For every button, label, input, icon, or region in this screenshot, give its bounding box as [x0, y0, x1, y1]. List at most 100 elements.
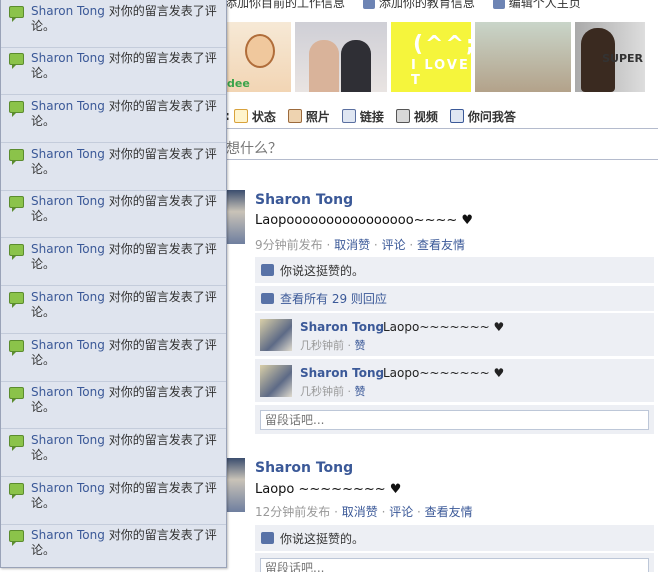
comment-bubble-icon	[9, 435, 24, 451]
cartoon-face-image	[245, 34, 275, 68]
notification-actor: Sharon Tong	[31, 51, 105, 65]
like-comment-link[interactable]: 赞	[355, 385, 366, 398]
post-author[interactable]: Sharon Tong	[255, 460, 353, 476]
comment-item: Sharon Tong Laopo~~~~~~~ ♥ 几秒钟前 · 赞	[255, 312, 654, 356]
post-message: Laopoooooooooooooooo~~~~ ♥	[255, 213, 474, 228]
unlike-link[interactable]: 取消赞	[334, 238, 370, 252]
edit-profile-link[interactable]: 编辑个人主页	[509, 0, 581, 10]
tab-video[interactable]: 视频	[395, 108, 438, 125]
avatar[interactable]	[260, 319, 292, 351]
photo-icon	[287, 109, 302, 123]
thumbs-up-icon	[261, 264, 274, 276]
notifications-dropdown: Sharon Tong 对你的留言发表了评论。 Sharon Tong 对你的留…	[0, 0, 227, 568]
comment-author[interactable]: Sharon Tong	[300, 366, 384, 380]
reply-box	[255, 552, 654, 572]
see-friendship-link[interactable]: 查看友情	[417, 238, 465, 252]
question-icon	[449, 109, 464, 123]
tab-questions[interactable]: 你问我答	[449, 108, 516, 125]
photo-caption: (^^;	[413, 32, 471, 57]
education-icon	[362, 0, 375, 9]
notification-item[interactable]: Sharon Tong 对你的留言发表了评论。	[1, 190, 226, 238]
photo-thumbnail[interactable]	[295, 22, 387, 92]
reply-box	[255, 404, 654, 434]
notification-actor: Sharon Tong	[31, 528, 105, 542]
photo-caption: I LOVE T	[411, 58, 470, 88]
comment-bubble-icon	[9, 53, 24, 69]
tab-photo[interactable]: 照片	[287, 108, 330, 125]
avatar[interactable]	[225, 458, 245, 512]
comment-author[interactable]: Sharon Tong	[300, 320, 384, 334]
notification-actor: Sharon Tong	[31, 481, 105, 495]
notification-item[interactable]: Sharon Tong 对你的留言发表了评论。	[1, 334, 226, 382]
post-message: Laopo ~~~~~~~~ ♥	[255, 482, 402, 497]
photo-caption: dee	[227, 77, 250, 90]
see-friendship-link[interactable]: 查看友情	[425, 505, 473, 519]
comment-bubble-icon	[9, 292, 24, 308]
avatar[interactable]	[225, 190, 245, 244]
post-time: 9分钟前发布	[255, 238, 323, 252]
notification-actor: Sharon Tong	[31, 433, 105, 447]
post-time: 12分钟前发布	[255, 505, 331, 519]
comment-text: Laopo~~~~~~~ ♥	[383, 366, 505, 380]
like-sentence: 你说这挺赞的。	[255, 525, 654, 551]
link-icon	[341, 109, 356, 123]
comment-bubble-icon	[9, 196, 24, 212]
notification-item[interactable]: Sharon Tong 对你的留言发表了评论。	[1, 286, 226, 334]
like-comment-link[interactable]: 赞	[355, 339, 366, 352]
photo-thumbnail[interactable]: dee	[225, 22, 291, 92]
composer-tabs: : 状态 照片 链接 视频 你问我答	[225, 106, 516, 126]
status-icon	[233, 109, 248, 123]
comment-link[interactable]: 评论	[389, 505, 413, 519]
comment-bubble-icon	[9, 340, 24, 356]
notification-actor: Sharon Tong	[31, 99, 105, 113]
comment-text: Laopo~~~~~~~ ♥	[383, 320, 505, 334]
notification-item[interactable]: Sharon Tong 对你的留言发表了评论。	[1, 477, 226, 525]
status-composer-input[interactable]: 想什么？	[225, 128, 658, 160]
avatar[interactable]	[260, 365, 292, 397]
add-work-link[interactable]: 添加你目前的工作信息	[225, 0, 345, 10]
comment-input[interactable]	[260, 558, 649, 572]
notification-actor: Sharon Tong	[31, 242, 105, 256]
comment-meta: 几秒钟前 · 赞	[300, 339, 366, 352]
person-image	[341, 40, 371, 92]
profile-top-links: 添加你目前的工作信息 添加你的教育信息 编辑个人主页	[225, 0, 658, 10]
comment-bubble-icon	[9, 387, 24, 403]
comment-item: Sharon Tong Laopo~~~~~~~ ♥ 几秒钟前 · 赞	[255, 358, 654, 402]
photo-caption: SUPER	[602, 52, 643, 65]
notification-item[interactable]: Sharon Tong 对你的留言发表了评论。	[1, 429, 226, 477]
comment-input[interactable]	[260, 410, 649, 430]
add-education-link[interactable]: 添加你的教育信息	[379, 0, 475, 10]
post-author[interactable]: Sharon Tong	[255, 192, 353, 208]
comment-bubble-icon	[9, 149, 24, 165]
comment-bubble-icon	[9, 244, 24, 260]
comment-bubble-icon	[9, 483, 24, 499]
notification-item[interactable]: Sharon Tong 对你的留言发表了评论。	[1, 95, 226, 143]
notification-item[interactable]: Sharon Tong 对你的留言发表了评论。	[1, 47, 226, 95]
photo-thumbnail[interactable]	[475, 22, 571, 92]
post-meta: 12分钟前发布 · 取消赞 · 评论 · 查看友情	[255, 505, 473, 519]
tab-status[interactable]: 状态	[233, 108, 276, 125]
post-meta: 9分钟前发布 · 取消赞 · 评论 · 查看友情	[255, 238, 466, 252]
view-all-comments[interactable]: 查看所有 29 则回应	[255, 285, 654, 311]
notification-actor: Sharon Tong	[31, 194, 105, 208]
notification-item[interactable]: Sharon Tong 对你的留言发表了评论。	[1, 524, 226, 567]
thumbs-up-icon	[261, 532, 274, 544]
notification-item[interactable]: Sharon Tong 对你的留言发表了评论。	[1, 0, 226, 48]
unlike-link[interactable]: 取消赞	[342, 505, 378, 519]
comment-link[interactable]: 评论	[382, 238, 406, 252]
comment-bubble-icon	[9, 6, 24, 22]
person-image	[309, 40, 339, 92]
video-icon	[395, 109, 410, 123]
comment-bubble-icon	[9, 530, 24, 546]
like-sentence: 你说这挺赞的。	[255, 257, 654, 283]
notification-item[interactable]: Sharon Tong 对你的留言发表了评论。	[1, 143, 226, 191]
notification-actor: Sharon Tong	[31, 338, 105, 352]
comment-meta: 几秒钟前 · 赞	[300, 385, 366, 398]
pencil-icon	[492, 0, 505, 9]
photo-thumbnail[interactable]: (^^; I LOVE T	[391, 22, 471, 92]
photo-thumbnail[interactable]: SUPER	[575, 22, 645, 92]
notification-item[interactable]: Sharon Tong 对你的留言发表了评论。	[1, 238, 226, 286]
profile-photo-strip: dee (^^; I LOVE T SUPER	[225, 22, 658, 92]
tab-link[interactable]: 链接	[341, 108, 384, 125]
notification-item[interactable]: Sharon Tong 对你的留言发表了评论。	[1, 381, 226, 429]
